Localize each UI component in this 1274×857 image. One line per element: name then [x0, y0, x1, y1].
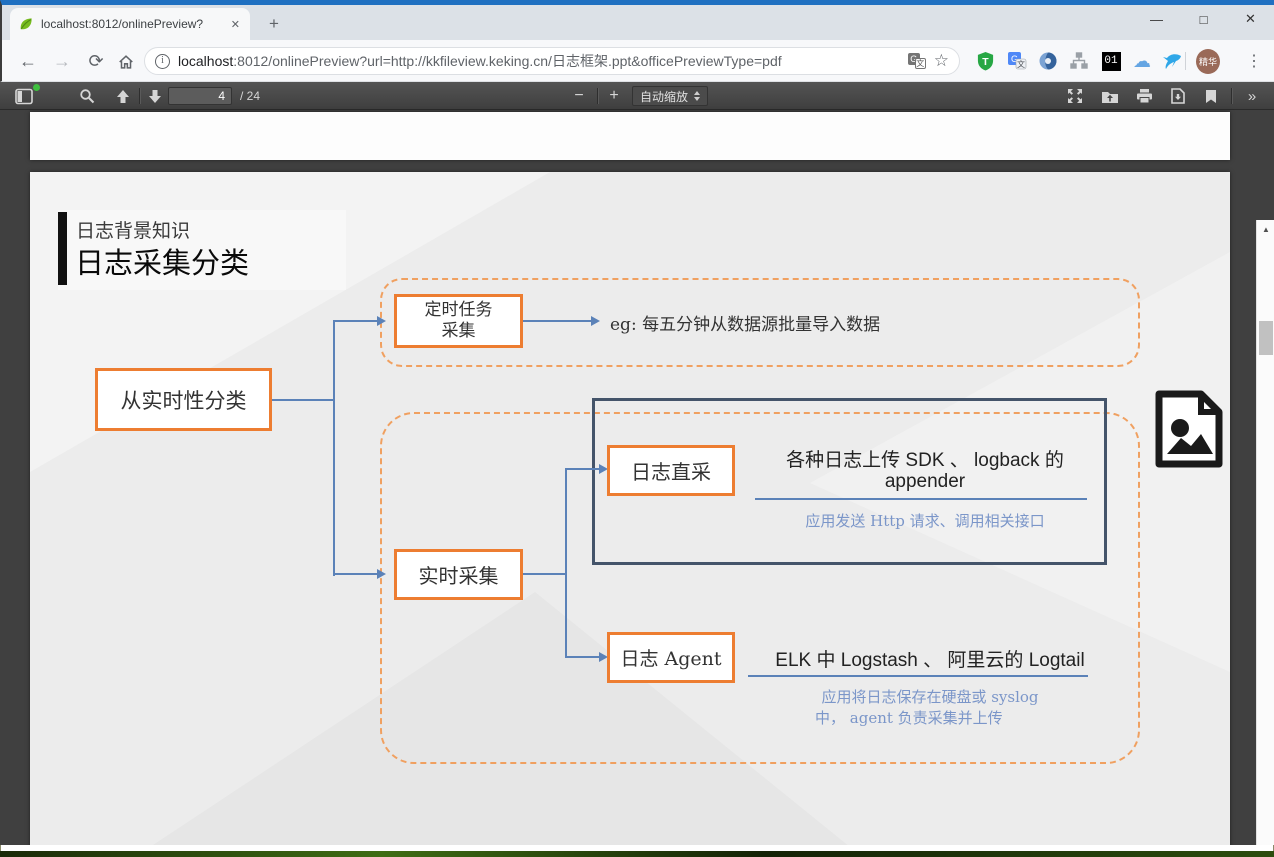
connector-line	[333, 573, 377, 575]
title-accent-bar	[58, 212, 67, 285]
toolbar-separator	[1185, 52, 1186, 70]
extension-circle-icon[interactable]	[1036, 49, 1060, 73]
zoom-select-label: 自动缩放	[640, 88, 688, 105]
broken-image-icon	[1153, 390, 1225, 468]
bookmark-icon[interactable]	[1198, 82, 1224, 110]
pdf-page-4: 日志背景知识 日志采集分类 从实时性分类 定时任务 采集 eg: 每五分钟从数据…	[30, 172, 1230, 847]
extension-shield-icon[interactable]: T	[973, 49, 997, 73]
extension-translate-icon[interactable]: G 文	[1005, 49, 1029, 73]
tab-close-icon[interactable]: ✕	[229, 18, 242, 31]
spring-leaf-favicon	[18, 16, 34, 32]
forward-icon[interactable]: →	[48, 48, 76, 76]
window-controls: — □ ✕	[1133, 0, 1274, 38]
extension-cloud-icon[interactable]: ☁	[1130, 49, 1154, 73]
zoom-select-spinner-icon	[694, 91, 700, 101]
connector-line	[523, 573, 565, 575]
close-button[interactable]: ✕	[1227, 0, 1274, 38]
maximize-button[interactable]: □	[1180, 0, 1227, 38]
connector-line	[333, 320, 335, 576]
pdf-separator2	[597, 88, 598, 104]
arrowhead	[377, 316, 386, 326]
reload-icon[interactable]: ⟳	[82, 48, 110, 76]
node-root: 从实时性分类	[95, 368, 272, 431]
bookmark-star-icon[interactable]: ☆	[934, 51, 949, 71]
zoom-select[interactable]: 自动缩放	[632, 86, 708, 106]
previous-page-bottom	[30, 112, 1230, 160]
svg-text:文: 文	[1017, 59, 1025, 69]
scrollbar-thumb[interactable]	[1259, 321, 1273, 355]
desktop-wallpaper-sliver	[0, 851, 1274, 857]
connector-line	[565, 656, 599, 658]
pdf-toolbar: / 24 − + 自动缩放	[0, 82, 1274, 110]
scroll-up-icon[interactable]: ▲	[1257, 222, 1274, 238]
connector-line	[565, 468, 599, 470]
connector-line	[565, 468, 567, 658]
back-icon[interactable]: ←	[14, 48, 42, 76]
home-icon[interactable]	[112, 48, 140, 76]
node-direct-collect: 日志直采	[607, 445, 735, 496]
zoom-out-icon[interactable]: −	[566, 82, 592, 110]
vertical-scrollbar[interactable]: ▲ ▼	[1256, 220, 1274, 857]
arrowhead	[591, 316, 600, 326]
node-realtime-collect: 实时采集	[394, 549, 523, 600]
direct-desc-line1: 各种日志上传 SDK 、 logback 的	[745, 445, 1105, 472]
browser-toolbar: ← → ⟳ i localhost:8012/onlinePreview?url…	[0, 40, 1274, 82]
slide-subtitle: 日志背景知识	[76, 216, 190, 243]
url-host: localhost	[178, 53, 233, 69]
more-tools-icon[interactable]: »	[1238, 82, 1266, 110]
page-down-icon[interactable]	[142, 82, 168, 110]
direct-note: 应用发送 Http 请求、调用相关接口	[745, 510, 1105, 531]
timed-example-text: eg: 每五分钟从数据源批量导入数据	[610, 310, 880, 335]
node-log-agent: 日志 Agent	[607, 632, 735, 683]
browser-tab[interactable]: localhost:8012/onlinePreview? ✕	[10, 8, 250, 40]
extension-bird-icon[interactable]	[1160, 49, 1184, 73]
pdf-separator	[139, 88, 140, 104]
underline	[748, 675, 1088, 677]
open-file-icon[interactable]	[1097, 82, 1123, 110]
print-icon[interactable]	[1131, 82, 1157, 110]
connector-line	[333, 320, 377, 322]
url-bar[interactable]: i localhost:8012/onlinePreview?url=http:…	[144, 47, 960, 75]
underline	[755, 498, 1087, 500]
node-timed-collect: 定时任务 采集	[394, 294, 523, 348]
status-dot	[33, 84, 40, 91]
browser-menu-icon[interactable]: ⋮	[1242, 49, 1266, 73]
extension-01-badge[interactable]: 01	[1099, 49, 1123, 73]
download-icon[interactable]	[1165, 82, 1191, 110]
page-count-label: / 24	[240, 82, 260, 110]
pdf-viewer: 日志背景知识 日志采集分类 从实时性分类 定时任务 采集 eg: 每五分钟从数据…	[0, 110, 1274, 845]
connector-line	[272, 399, 333, 401]
sidebar-toggle-icon[interactable]	[10, 82, 38, 110]
slide-title: 日志采集分类	[75, 240, 249, 282]
tab-title: localhost:8012/onlinePreview?	[41, 17, 222, 31]
window-titlebar: localhost:8012/onlinePreview? ✕ + — □ ✕	[0, 0, 1274, 40]
agent-note-line1: 应用将日志保存在硬盘或 syslog	[730, 686, 1130, 707]
direct-desc-line2: appender	[745, 471, 1105, 493]
page-number-input[interactable]	[168, 87, 232, 105]
arrowhead	[377, 569, 386, 579]
profile-avatar[interactable]: 精华	[1196, 49, 1220, 73]
url-path: :8012/onlinePreview?url=http://kkfilevie…	[233, 53, 781, 69]
minimize-button[interactable]: —	[1133, 0, 1180, 38]
extension-sitemap-icon[interactable]	[1067, 49, 1091, 73]
presentation-mode-icon[interactable]	[1062, 82, 1088, 110]
find-icon[interactable]	[74, 82, 100, 110]
pdf-separator3	[1231, 88, 1232, 104]
url-text: localhost:8012/onlinePreview?url=http://…	[178, 51, 900, 71]
new-tab-button[interactable]: +	[260, 13, 288, 37]
zoom-in-icon[interactable]: +	[601, 82, 627, 110]
svg-text:T: T	[982, 57, 989, 68]
agent-note-line2: 中， agent 负责采集并上传	[730, 707, 1130, 728]
agent-desc: ELK 中 Logstash 、 阿里云的 Logtail	[740, 645, 1120, 672]
page-info-icon[interactable]: i	[155, 54, 170, 69]
page-up-icon[interactable]	[110, 82, 136, 110]
connector-line	[523, 320, 591, 322]
translate-page-icon[interactable]: G 文	[908, 53, 926, 69]
